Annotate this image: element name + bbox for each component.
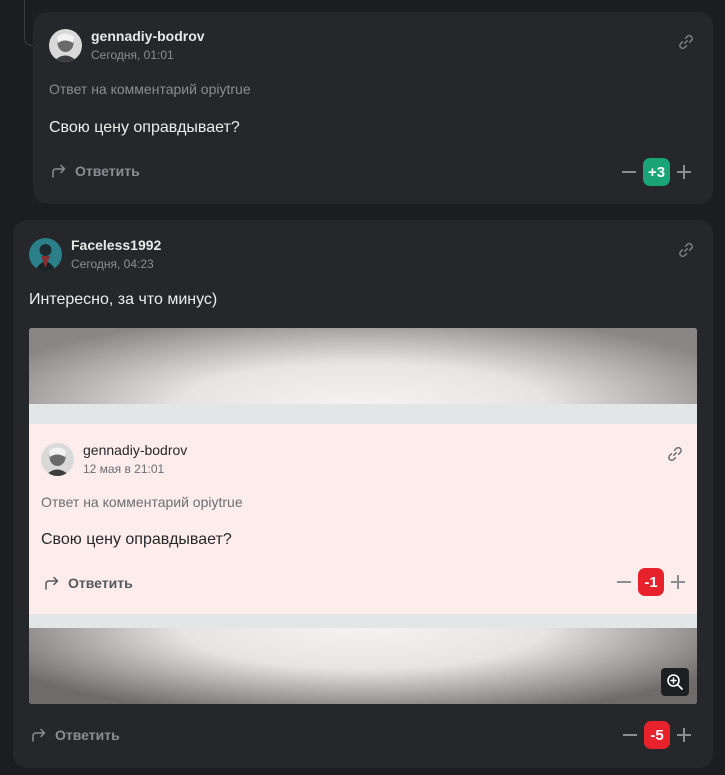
reply-button[interactable]: Ответить [31,727,120,743]
reply-note: Ответ на комментарий opiytrue [41,494,243,510]
plus-icon[interactable] [677,165,692,179]
attached-image[interactable]: gennadiy-bodrov 12 мая в 21:01 Ответ на … [29,328,697,704]
minus-icon[interactable] [622,165,636,179]
score-badge: -5 [644,721,670,749]
comment-header: gennadiy-bodrov 12 мая в 21:01 [41,442,187,477]
reply-button: Ответить [44,575,133,591]
vote-control: +3 [622,158,692,186]
avatar[interactable] [49,29,82,62]
reply-label: Ответить [75,163,140,179]
reply-arrow-icon [52,164,66,178]
zoom-button[interactable] [661,668,689,696]
comment-header: gennadiy-bodrov Сегодня, 01:01 [49,28,205,63]
link-icon[interactable] [678,242,694,258]
reply-label: Ответить [68,575,133,591]
zoom-in-icon [667,674,683,690]
username: gennadiy-bodrov [83,442,188,458]
reply-button[interactable]: Ответить [51,163,140,179]
vote-control: -1 [617,568,685,596]
comment-date[interactable]: Сегодня, 01:01 [91,47,205,63]
minus-icon[interactable] [623,728,637,742]
image-band [29,404,697,424]
reply-arrow-icon [32,728,46,742]
image-band [29,614,697,628]
comment-date: 12 мая в 21:01 [83,462,165,476]
comment-text: Свою цену оправдывает? [49,119,240,136]
vote-control: -5 [623,721,691,749]
reply-label: Ответить [55,727,120,743]
comment-card: Faceless1992 Сегодня, 04:23 Интересно, з… [13,220,713,768]
quoted-comment: gennadiy-bodrov 12 мая в 21:01 Ответ на … [29,424,697,614]
link-icon [668,446,682,462]
plus-icon [671,575,685,589]
comment-text: Свою цену оправдывает? [41,531,232,548]
plus-icon[interactable] [677,728,691,742]
minus-icon [617,575,631,589]
username[interactable]: Faceless1992 [71,237,161,254]
reply-note: Ответ на комментарий opiytrue [49,81,251,97]
avatar[interactable] [29,238,62,271]
reply-arrow-icon [45,576,59,590]
link-icon[interactable] [678,34,694,50]
comment-card: gennadiy-bodrov Сегодня, 01:01 Ответ на … [33,12,713,204]
score-badge: +3 [643,158,671,186]
comment-header: Faceless1992 Сегодня, 04:23 [29,237,161,272]
image-blur-bottom [29,628,697,704]
avatar [41,443,74,476]
username[interactable]: gennadiy-bodrov [91,28,205,45]
comment-date[interactable]: Сегодня, 04:23 [71,256,161,272]
score-badge: -1 [638,568,664,596]
comment-text: Интересно, за что минус) [29,291,218,308]
image-blur-top [29,328,697,404]
